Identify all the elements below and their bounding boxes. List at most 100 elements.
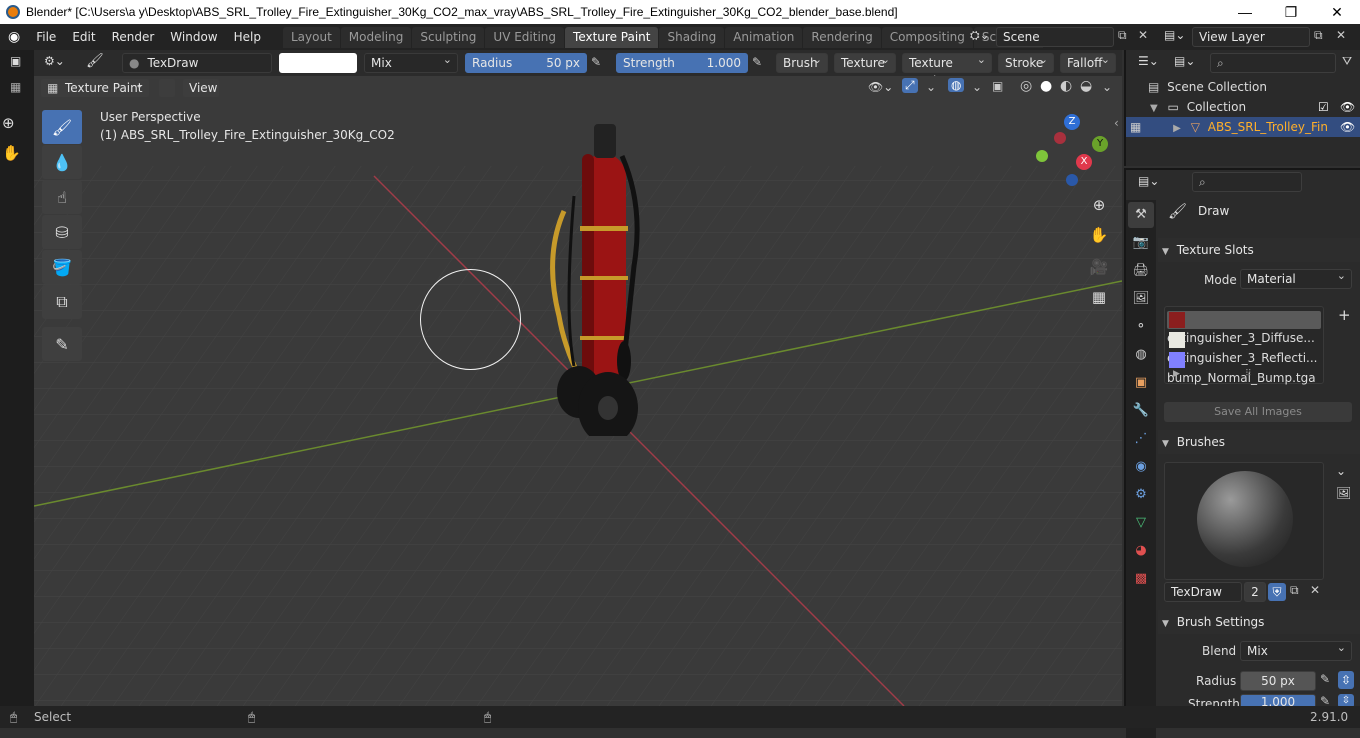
constraints-tab-icon[interactable]: ⚙ [1128,482,1154,508]
fake-user-shield-icon[interactable]: ⛨ [1268,583,1286,601]
strength-slider[interactable]: Strength 1.000 [616,53,748,73]
duplicate-brush-icon[interactable]: ⧉ [1290,583,1299,598]
wireframe-shading-icon[interactable]: ◎ [1020,78,1032,94]
gizmo-neg-z[interactable] [1066,174,1078,186]
brush-preview[interactable] [1164,462,1324,580]
outliner-row-object[interactable]: ▦ ▶ ▽ ABS_SRL_Trolley_Fin 👁 [1126,117,1360,137]
material-shading-icon[interactable]: ◐ [1060,78,1072,94]
falloff-menu[interactable]: Falloff [1060,51,1116,73]
outliner-filter-mode-icon[interactable]: ▤⌄ [1174,54,1195,68]
navigation-gizmo[interactable]: Z Y X [1034,114,1114,190]
brush-settings-panel-header[interactable]: ▼ Brush Settings [1158,610,1360,634]
gizmo-dropdown-icon[interactable]: ⌄ [926,80,936,94]
gizmo-toggle-icon[interactable]: ⤢ [902,78,918,93]
tool-selector-icon[interactable]: ⚙⌄ [44,54,65,68]
menu-help[interactable]: Help [226,24,269,50]
maximize-button[interactable]: ❐ [1268,0,1314,24]
remove-view-layer-icon[interactable]: ✕ [1336,28,1346,42]
gizmo-z-axis[interactable]: Z [1064,114,1080,130]
menu-render[interactable]: Render [104,24,163,50]
radius-pressure-icon[interactable]: ✎ [591,55,601,69]
soften-tool-icon[interactable]: 💧 [42,145,82,179]
scene-selector[interactable]: Scene [996,27,1114,47]
menu-window[interactable]: Window [162,24,225,50]
world-tab-icon[interactable]: ◍ [1128,342,1154,368]
smear-tool-icon[interactable]: ☝ [42,180,82,214]
perspective-toggle-icon[interactable]: ▦ [1086,284,1112,310]
mode-dropdown[interactable]: Material [1240,267,1352,289]
3d-viewport[interactable]: ▦ Texture Paint View 👁⌄ ⤢ ⌄ ◍ ⌄ ▣ ◎ ● ◐ … [34,76,1122,706]
expand-arrow-icon[interactable]: ▶ [1173,123,1181,134]
output-tab-icon[interactable]: 🖨 [1128,258,1154,284]
brush-image-icon[interactable]: 🖼 [1336,486,1351,500]
clone-tool-icon[interactable]: ⛁ [42,215,82,249]
editor-type-icon[interactable]: ▣ [10,54,21,68]
expand-arrow-icon[interactable]: ▼ [1150,103,1158,114]
list-expand-icon[interactable]: ▶ [1173,369,1180,379]
brush-list-dropdown-icon[interactable]: ⌄ [1336,464,1346,478]
pan-hand-icon[interactable]: ✋ [1086,222,1112,248]
overlay-dropdown-icon[interactable]: ⌄ [972,80,982,94]
radius-unit-icon[interactable]: ⇳ [1338,671,1354,689]
hand-edge-icon[interactable]: ✋ [2,144,21,162]
gizmo-neg-y[interactable] [1036,150,1048,162]
new-scene-icon[interactable]: ⧉ [1118,28,1127,43]
brush-radius-field[interactable]: 50 px [1240,671,1316,691]
view-layer-tab-icon[interactable]: 🖼 [1128,286,1154,312]
exclude-checkbox-icon[interactable]: ☑ [1318,97,1329,117]
brush-user-count[interactable]: 2 [1244,582,1266,602]
outliner-search-input[interactable]: ⌕ [1210,53,1336,73]
texture-slots-panel-header[interactable]: ▼ Texture Slots [1158,238,1360,262]
menu-file[interactable]: File [28,24,64,50]
scene-tab-icon[interactable]: ⚬ [1128,314,1154,340]
material-tab-icon[interactable]: ◕ [1128,538,1154,564]
gizmo-neg-x[interactable] [1054,132,1066,144]
particles-tab-icon[interactable]: ⋰ [1128,426,1154,452]
fill-tool-icon[interactable]: 🪣 [42,250,82,284]
brushes-panel-header[interactable]: ▼ Brushes [1158,430,1360,454]
overlay-toggle-icon[interactable]: ◍ [948,78,965,92]
view-menu[interactable]: View [182,78,220,98]
texture-mask-menu[interactable]: Texture Mask [902,51,992,88]
blender-menu-icon[interactable]: ◉ [0,24,28,50]
list-resize-handle[interactable]: ⠿ [1245,369,1252,379]
minimize-button[interactable]: — [1222,0,1268,24]
close-button[interactable]: ✕ [1314,0,1360,24]
visibility-eye-icon[interactable]: 👁 [1340,97,1355,117]
gizmo-x-axis[interactable]: X [1076,154,1092,170]
strength-pressure-icon[interactable]: ✎ [752,55,762,69]
filter-icon[interactable]: ⛛ [1342,54,1352,69]
solid-shading-icon[interactable]: ● [1040,78,1052,94]
tab-rendering[interactable]: Rendering [803,27,881,48]
object-visibility-eye-icon[interactable]: 👁 [1340,117,1355,137]
annotate-tool-icon[interactable]: ✎ [42,327,82,361]
outliner-row-scene-collection[interactable]: ▤ Scene Collection [1126,77,1360,97]
list-item[interactable]: extinguisher_3_Diffuse... [1167,311,1321,345]
view-layer-icon[interactable]: ▤⌄ [1164,28,1185,42]
tab-modeling[interactable]: Modeling [340,27,412,48]
render-tab-icon[interactable]: 📷 [1128,230,1154,256]
new-view-layer-icon[interactable]: ⧉ [1314,28,1323,43]
brush-name-field[interactable]: ● TexDraw [122,53,272,73]
zoom-icon[interactable]: ⊕ [1086,192,1112,218]
object-visibility-icon[interactable]: 👁⌄ [868,80,893,94]
radius-slider[interactable]: Radius 50 px [465,53,587,73]
unlink-brush-icon[interactable]: ✕ [1310,583,1320,597]
sidebar-collapse-icon[interactable]: ‹ [1114,116,1119,130]
draw-tool-icon[interactable]: 🖌 [42,110,82,144]
brush-menu[interactable]: Brush [776,51,828,73]
camera-icon[interactable]: 🎥 [1086,254,1112,280]
properties-search-input[interactable]: ⌕ [1192,172,1302,192]
properties-editor-icon[interactable]: ▤⌄ [1138,174,1159,188]
modifier-tab-icon[interactable]: 🔧 [1128,398,1154,424]
texture-tab-icon[interactable]: ▩ [1128,566,1154,592]
object-tab-icon[interactable]: ▣ [1128,370,1154,396]
list-item[interactable]: bump_Normal_Bump.tga [1167,351,1321,385]
brush-datablock-name[interactable]: TexDraw [1164,582,1242,602]
brush-color-swatch[interactable] [279,53,357,73]
tool-tab-icon[interactable]: ⚒ [1128,202,1154,228]
view-toggle[interactable] [158,78,176,98]
blend-dropdown[interactable]: Mix [364,51,458,73]
data-tab-icon[interactable]: ▽ [1128,510,1154,536]
tab-uv-editing[interactable]: UV Editing [485,27,565,48]
